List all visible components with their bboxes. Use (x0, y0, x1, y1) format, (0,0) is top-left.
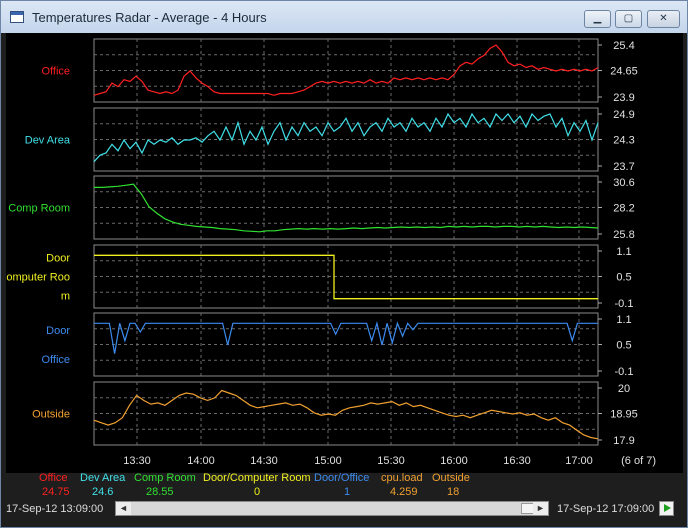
y-tick-label: 23.7 (613, 161, 634, 173)
series-label: Comp Room (8, 203, 70, 215)
series-label: Dev Area (25, 135, 71, 147)
x-tick-label: 17:00 (565, 455, 593, 467)
y-tick-label: 18.95 (610, 409, 638, 421)
y-tick-label: 30.6 (613, 177, 634, 189)
series-label: Office (41, 66, 70, 78)
legend-name: cpu.load (381, 472, 423, 484)
legend-name: Comp Room (134, 472, 196, 484)
maximize-button[interactable]: ▢ (615, 10, 642, 28)
y-tick-label: 24.3 (613, 135, 634, 147)
y-tick-label: 23.9 (613, 92, 634, 104)
series-line (94, 320, 598, 354)
series-label: Door (46, 325, 70, 337)
x-tick-label: 15:30 (377, 455, 405, 467)
x-tick-label: 14:00 (187, 455, 215, 467)
series-line (93, 112, 599, 163)
series-label: Door (46, 253, 70, 265)
y-tick-label: 0.5 (616, 340, 631, 352)
series-label: Outside (32, 409, 70, 421)
x-tick-label: 16:00 (440, 455, 468, 467)
y-tick-label: 24.9 (613, 109, 634, 121)
range-start-date: 17-Sep-12 13:09:00 (6, 503, 104, 515)
play-icon[interactable] (659, 501, 674, 516)
page-indicator: (6 of 7) (621, 455, 656, 467)
legend-name: Door/Computer Room (203, 472, 311, 484)
x-tick-label: 15:00 (314, 455, 342, 467)
y-tick-label: -0.1 (615, 298, 634, 310)
series-label: m (61, 291, 70, 303)
x-tick-label: 14:30 (250, 455, 278, 467)
y-tick-label: 28.2 (613, 203, 634, 215)
y-tick-label: 0.5 (616, 272, 631, 284)
chart-svg: 25.4 24.65 23.9 Office 24.9 24.3 23.7 Dev Area 3… (6, 38, 656, 467)
chart-area: 25.4 24.65 23.9 Office 24.9 24.3 23.7 Dev Area 3… (6, 33, 683, 473)
legend-name: Outside (432, 472, 470, 484)
title-bar[interactable]: Temperatures Radar - Average - 4 Hours ▁… (1, 1, 687, 33)
range-end-date: 17-Sep-12 17:09:00 (557, 503, 655, 515)
y-tick-label: 17.9 (613, 435, 634, 447)
scroll-left-arrow[interactable]: ◄ (116, 502, 131, 515)
y-tick-label: -0.1 (615, 366, 634, 378)
app-window: Temperatures Radar - Average - 4 Hours ▁… (0, 0, 688, 528)
series-label: Office (41, 354, 70, 366)
legend-name: Office (39, 472, 68, 484)
x-tick-label: 16:30 (503, 455, 531, 467)
x-tick-label: 13:30 (123, 455, 151, 467)
legend-name: Dev Area (80, 472, 126, 484)
window-title: Temperatures Radar - Average - 4 Hours (32, 10, 267, 25)
y-tick-label: 25.8 (613, 229, 634, 241)
series-label: Computer Roo (6, 272, 70, 284)
y-tick-label: 24.65 (610, 66, 638, 78)
app-window-icon (10, 11, 24, 23)
legend-name: Door/Office (314, 472, 370, 484)
y-tick-label: 20 (618, 383, 630, 395)
close-button[interactable]: ✕ (647, 10, 680, 28)
y-tick-label: 25.4 (613, 40, 634, 52)
scroll-right-arrow[interactable]: ► (533, 502, 548, 515)
y-tick-label: 1.1 (616, 314, 631, 326)
time-scrollbar[interactable]: ◄ ► (115, 501, 549, 516)
minimize-button[interactable]: ▁ (584, 10, 611, 28)
y-tick-label: 1.1 (616, 246, 631, 258)
